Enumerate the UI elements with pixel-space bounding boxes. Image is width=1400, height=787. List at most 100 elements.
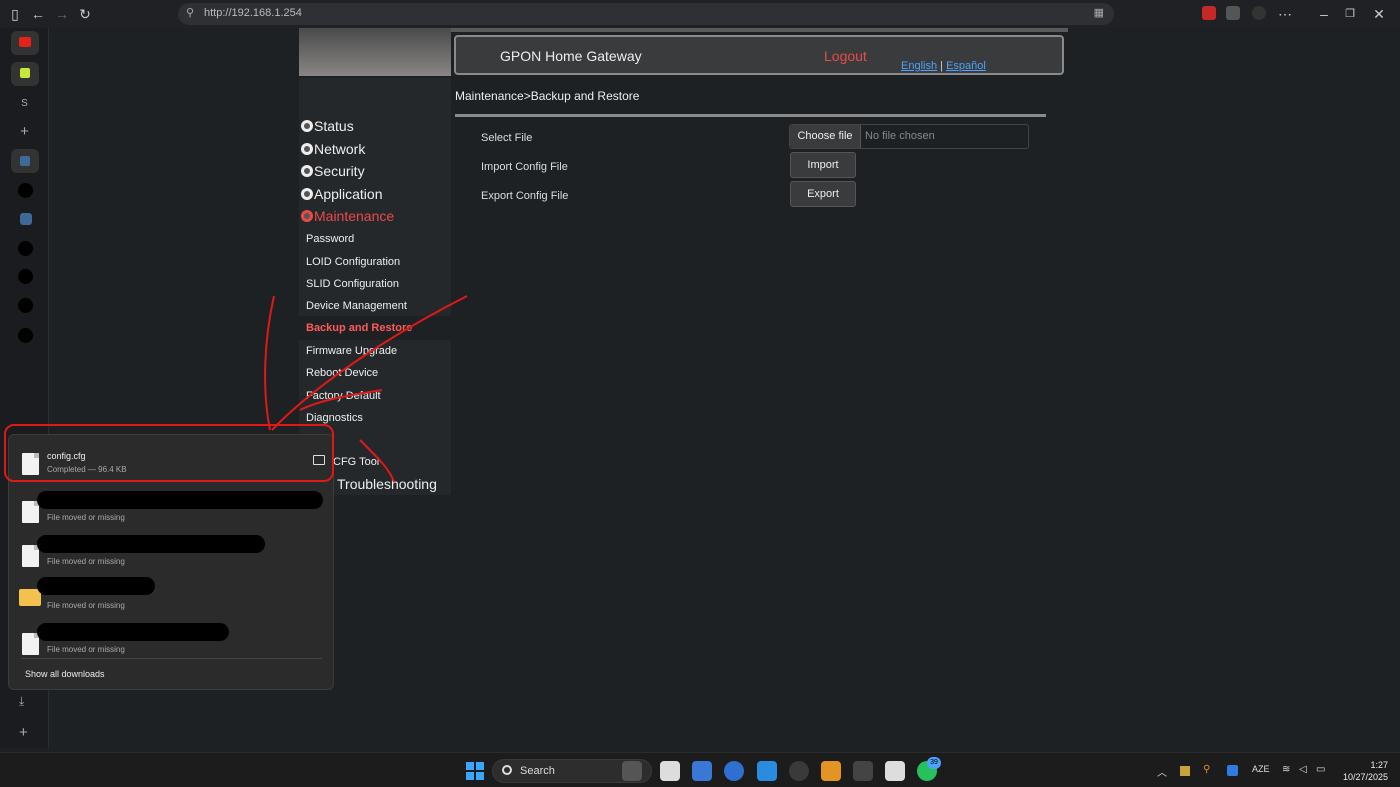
nav-bullet-icon — [301, 143, 313, 155]
search-icon — [502, 765, 512, 775]
logout-link[interactable]: Logout — [824, 48, 867, 64]
cat-widget-icon[interactable] — [622, 761, 642, 781]
nav-sub-diagnostics[interactable]: Diagnostics — [306, 412, 363, 424]
choose-file-button[interactable]: Choose file — [790, 125, 861, 148]
file-status-text: No file chosen — [865, 130, 935, 142]
file-input[interactable]: Choose file No file chosen — [789, 124, 1029, 149]
terminal-icon[interactable] — [853, 761, 873, 781]
redaction-mark — [37, 577, 155, 595]
nav-status[interactable]: Status — [301, 118, 354, 134]
back-icon[interactable]: ← — [29, 5, 47, 23]
store-icon[interactable] — [692, 761, 712, 781]
tray-chevron-icon[interactable]: ︿ — [1157, 764, 1167, 779]
notification-badge: 39 — [927, 757, 941, 769]
download-item[interactable]: File moved or missing — [9, 617, 335, 661]
nav-cfg-tool[interactable]: CFG Tool — [333, 456, 379, 468]
file-icon — [22, 633, 39, 655]
tab-dot-icon[interactable] — [18, 298, 33, 313]
lang-espanol-link[interactable]: Español — [946, 60, 986, 72]
redaction-mark — [37, 535, 265, 553]
download-item[interactable]: File moved or missing — [9, 573, 335, 617]
task-view-icon[interactable] — [660, 761, 680, 781]
lang-english-link[interactable]: English — [901, 60, 937, 72]
annotation-highlight-box — [4, 424, 334, 482]
nav-sub-password[interactable]: Password — [306, 233, 354, 245]
show-all-downloads-link[interactable]: Show all downloads — [25, 669, 105, 679]
restore-icon[interactable]: ❐ — [1341, 5, 1359, 23]
page-header: GPON Home Gateway Logout English | Españ… — [454, 35, 1064, 75]
select-file-label: Select File — [481, 132, 533, 144]
nav-sub-slid[interactable]: SLID Configuration — [306, 278, 399, 290]
tab-square-icon[interactable] — [20, 213, 32, 225]
extension-icon-2[interactable] — [1252, 6, 1266, 20]
gateway-title: GPON Home Gateway — [500, 48, 642, 64]
language-switcher: English | Español — [901, 60, 986, 72]
lang-separator: | — [940, 60, 943, 72]
nav-maintenance[interactable]: Maintenance — [301, 208, 394, 224]
forward-icon[interactable]: → — [53, 5, 71, 23]
input-language[interactable]: AZE — [1252, 764, 1270, 774]
download-item[interactable]: File moved or missing — [9, 485, 335, 529]
battery-icon[interactable]: ▭ — [1316, 764, 1325, 775]
tray-shield-icon[interactable] — [1227, 765, 1238, 776]
browser-icon[interactable] — [789, 761, 809, 781]
tab-icon[interactable] — [11, 149, 39, 173]
tab-dot-icon[interactable] — [18, 183, 33, 198]
export-button[interactable]: Export — [790, 181, 856, 207]
ublock-icon[interactable] — [1202, 6, 1216, 20]
wifi-icon[interactable]: ≋ — [1282, 764, 1290, 775]
reload-icon[interactable]: ↻ — [76, 5, 94, 23]
nav-security[interactable]: Security — [301, 163, 365, 179]
redaction-mark — [37, 491, 323, 509]
downloads-icon[interactable]: ⤓ — [19, 694, 24, 709]
import-config-label: Import Config File — [481, 161, 568, 173]
nav-sub-loid[interactable]: LOID Configuration — [306, 256, 400, 268]
volume-icon[interactable]: ◁ — [1299, 764, 1307, 775]
file-icon — [22, 545, 39, 567]
close-icon[interactable]: ✕ — [1370, 5, 1388, 23]
cube-app-icon[interactable] — [11, 62, 39, 86]
extension-icon[interactable] — [1226, 6, 1240, 20]
tab-dot-icon[interactable] — [18, 328, 33, 343]
clock-time: 1:27 — [1370, 760, 1388, 770]
tray-app-icon[interactable] — [1180, 766, 1190, 776]
download-status: File moved or missing — [47, 513, 125, 522]
outlook-icon[interactable] — [724, 761, 744, 781]
header-top-line — [451, 28, 1068, 32]
add-tab-icon[interactable]: + — [0, 123, 49, 140]
site-info-icon[interactable]: ⚲ — [186, 6, 194, 19]
address-bar[interactable]: ⚲ http://192.168.1.254 ▦ — [178, 3, 1114, 25]
vm-icon[interactable] — [821, 761, 841, 781]
system-clock[interactable]: 1:27 10/27/2025 — [1336, 759, 1388, 783]
nav-bullet-icon — [301, 165, 313, 177]
tab-dot-icon[interactable] — [18, 269, 33, 284]
export-config-label: Export Config File — [481, 190, 569, 202]
youtube-icon[interactable] — [11, 31, 39, 55]
download-item[interactable]: File moved or missing — [9, 529, 335, 573]
nav-sub-device-management[interactable]: Device Management — [306, 300, 407, 312]
reader-icon[interactable]: ▦ — [1094, 6, 1104, 19]
tray-search-icon[interactable]: ⚲ — [1203, 764, 1210, 775]
nav-sub-reboot[interactable]: Reboot Device — [306, 367, 378, 379]
sidebar-toggle-icon[interactable]: ▯ — [6, 5, 24, 23]
nav-sub-firmware[interactable]: Firmware Upgrade — [306, 345, 397, 357]
snipping-icon[interactable] — [885, 761, 905, 781]
nav-bullet-icon — [301, 188, 313, 200]
nav-network[interactable]: Network — [301, 141, 365, 157]
folder-icon — [19, 589, 41, 606]
import-button[interactable]: Import — [790, 152, 856, 178]
download-status: File moved or missing — [47, 645, 125, 654]
minimize-icon[interactable]: – — [1315, 5, 1333, 23]
more-icon[interactable]: ⋯ — [1276, 5, 1294, 23]
breadcrumb-divider — [455, 114, 1046, 117]
taskbar: Search 39 ︿ ⚲ AZE ≋ ◁ ▭ 1:27 10/27/2025 — [0, 752, 1400, 787]
windows-start-icon[interactable] — [466, 762, 484, 780]
nav-troubleshooting[interactable]: Troubleshooting — [337, 476, 437, 492]
nav-sub-backup-restore[interactable]: Backup and Restore — [306, 322, 412, 334]
clock-date: 10/27/2025 — [1342, 772, 1388, 782]
nav-application[interactable]: Application — [301, 186, 383, 202]
vscode-icon[interactable] — [757, 761, 777, 781]
nav-sub-factory-default[interactable]: Factory Default — [306, 390, 381, 402]
add-icon[interactable]: + — [19, 724, 28, 741]
tab-dot-icon[interactable] — [18, 241, 33, 256]
